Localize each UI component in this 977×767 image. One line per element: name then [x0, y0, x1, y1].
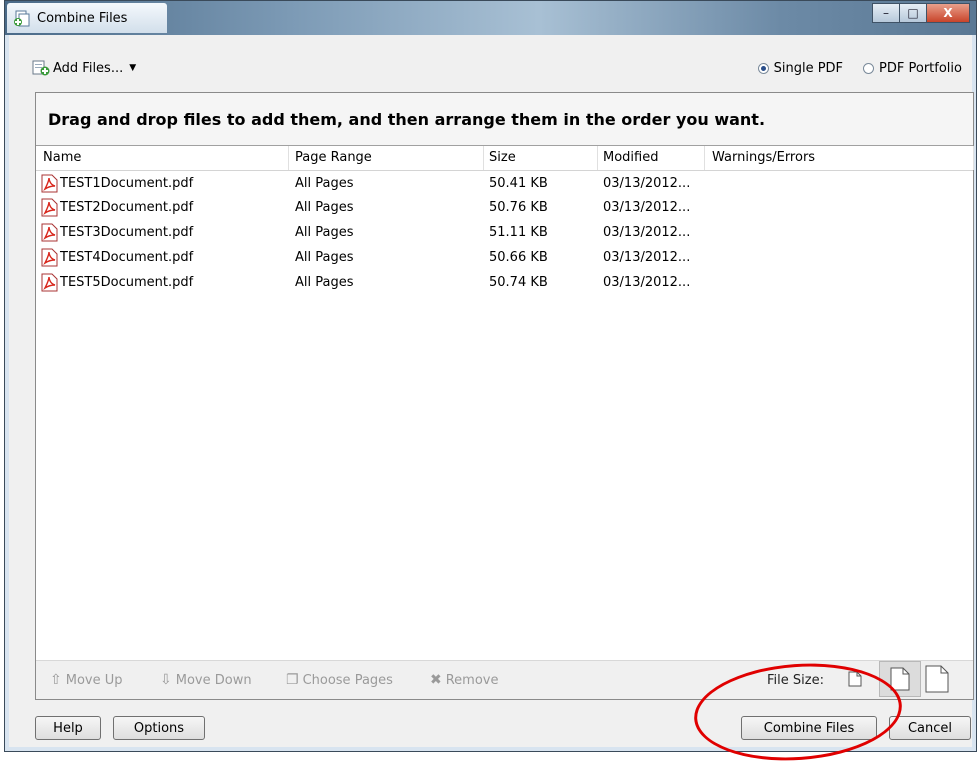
file-rows: TEST1Document.pdf All Pages 50.41 KB 03/… — [36, 171, 973, 296]
modified-date: 03/13/2012... — [603, 176, 691, 191]
file-name: TEST5Document.pdf — [60, 275, 194, 290]
radio-single-pdf[interactable]: Single PDF — [757, 61, 844, 76]
move-down-button[interactable]: ⇩ Move Down — [160, 672, 252, 688]
dialog-body: Add Files... ▼ Single PDF PDF Portfolio … — [9, 35, 974, 747]
file-size-label: File Size: — [767, 673, 824, 688]
window-title: Combine Files — [37, 11, 128, 26]
toolbar: Add Files... ▼ Single PDF PDF Portfolio — [9, 35, 972, 91]
page-range: All Pages — [295, 275, 354, 290]
page-range: All Pages — [295, 176, 354, 191]
table-row[interactable]: TEST5Document.pdf All Pages 50.74 KB 03/… — [36, 271, 973, 296]
pdf-file-icon — [41, 248, 58, 267]
table-row[interactable]: TEST3Document.pdf All Pages 51.11 KB 03/… — [36, 221, 973, 246]
add-files-icon — [32, 60, 50, 76]
dialog-buttons: Help Options Combine Files Cancel — [9, 707, 972, 747]
chevron-down-icon: ▼ — [129, 63, 137, 73]
file-size: 51.11 KB — [489, 225, 548, 240]
modified-date: 03/13/2012... — [603, 200, 691, 215]
choose-pages-label: Choose Pages — [302, 672, 393, 688]
arrow-down-icon: ⇩ — [160, 672, 172, 688]
help-button[interactable]: Help — [35, 716, 101, 740]
pdf-portfolio-label: PDF Portfolio — [879, 61, 962, 76]
file-size: 50.74 KB — [489, 275, 548, 290]
file-size: 50.76 KB — [489, 200, 548, 215]
default-file-size-icon[interactable] — [890, 667, 910, 691]
minimize-icon[interactable]: – — [872, 3, 900, 23]
arrow-up-icon: ⇧ — [50, 672, 62, 688]
options-button[interactable]: Options — [113, 716, 205, 740]
move-down-label: Move Down — [175, 672, 252, 688]
title-bar[interactable]: Combine Files – □ X — [5, 1, 976, 35]
table-row[interactable]: TEST1Document.pdf All Pages 50.41 KB 03/… — [36, 172, 973, 197]
pdf-file-icon — [41, 174, 58, 193]
page-range: All Pages — [295, 225, 354, 240]
radio-unselected-icon — [863, 63, 875, 74]
column-header-modified[interactable]: Modified — [603, 150, 658, 165]
move-up-button[interactable]: ⇧ Move Up — [50, 672, 123, 688]
column-header-name[interactable]: Name — [43, 150, 81, 165]
add-files-label: Add Files... — [53, 60, 124, 76]
combine-files-window: Combine Files – □ X Add Files... ▼ Singl… — [4, 0, 977, 752]
remove-button[interactable]: ✖ Remove — [430, 672, 499, 688]
radio-selected-icon — [757, 63, 769, 74]
table-row[interactable]: TEST4Document.pdf All Pages 50.66 KB 03/… — [36, 246, 973, 271]
file-actions-bar: ⇧ Move Up ⇩ Move Down ❐ Choose Pages ✖ R… — [36, 660, 973, 699]
choose-pages-button[interactable]: ❐ Choose Pages — [286, 672, 393, 688]
add-files-button[interactable]: Add Files... ▼ — [32, 60, 136, 76]
file-list-panel: Drag and drop files to add them, and the… — [35, 92, 974, 700]
cancel-button[interactable]: Cancel — [889, 716, 971, 740]
radio-pdf-portfolio[interactable]: PDF Portfolio — [863, 61, 962, 76]
pages-icon: ❐ — [286, 672, 299, 688]
pdf-file-icon — [41, 198, 58, 217]
remove-x-icon: ✖ — [430, 672, 442, 688]
column-header-page-range[interactable]: Page Range — [295, 150, 372, 165]
maximize-icon[interactable]: □ — [899, 3, 927, 23]
modified-date: 03/13/2012... — [603, 275, 691, 290]
page-range: All Pages — [295, 250, 354, 265]
file-size: 50.41 KB — [489, 176, 548, 191]
modified-date: 03/13/2012... — [603, 250, 691, 265]
single-pdf-label: Single PDF — [773, 61, 844, 76]
output-mode-group: Single PDF PDF Portfolio — [738, 61, 962, 76]
file-name: TEST3Document.pdf — [60, 225, 194, 240]
combine-files-button[interactable]: Combine Files — [741, 716, 877, 740]
table-header: Name Page Range Size Modified Warnings/E… — [36, 146, 974, 171]
combine-files-app-icon — [14, 10, 30, 27]
file-name: TEST2Document.pdf — [60, 200, 194, 215]
file-name: TEST4Document.pdf — [60, 250, 194, 265]
modified-date: 03/13/2012... — [603, 225, 691, 240]
title-tab: Combine Files — [7, 3, 167, 33]
pdf-file-icon — [41, 223, 58, 242]
pdf-file-icon — [41, 273, 58, 292]
column-header-warnings[interactable]: Warnings/Errors — [712, 150, 815, 165]
remove-label: Remove — [445, 672, 499, 688]
large-file-size-icon[interactable] — [925, 665, 949, 693]
small-file-size-icon[interactable] — [848, 671, 862, 687]
window-controls: – □ X — [872, 3, 970, 23]
instructions-banner: Drag and drop files to add them, and the… — [36, 93, 973, 146]
column-header-size[interactable]: Size — [489, 150, 516, 165]
close-icon[interactable]: X — [926, 3, 970, 23]
move-up-label: Move Up — [65, 672, 123, 688]
table-row[interactable]: TEST2Document.pdf All Pages 50.76 KB 03/… — [36, 196, 973, 221]
file-size: 50.66 KB — [489, 250, 548, 265]
file-name: TEST1Document.pdf — [60, 176, 194, 191]
page-range: All Pages — [295, 200, 354, 215]
